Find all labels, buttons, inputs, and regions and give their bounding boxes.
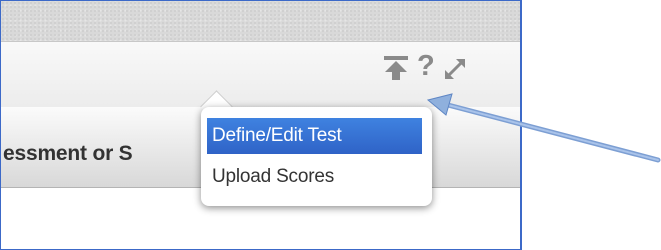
annotation-arrow: [426, 93, 661, 163]
